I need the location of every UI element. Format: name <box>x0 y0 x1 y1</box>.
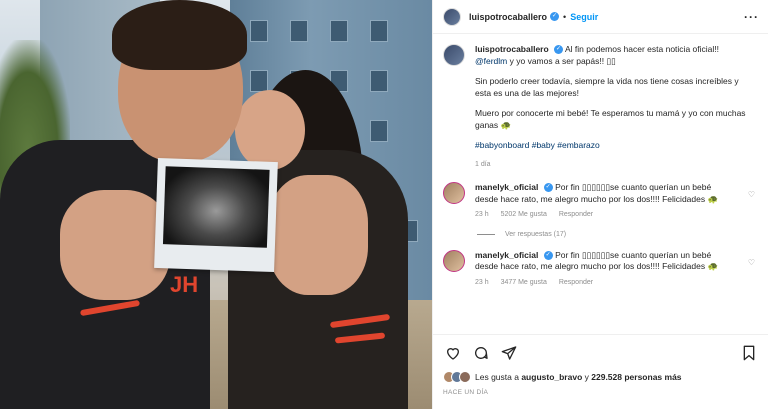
separator-dot: • <box>563 11 567 22</box>
comments-scroll[interactable]: luispotrocaballero ✓ Al fin podemos hace… <box>433 34 768 334</box>
reply-button[interactable]: Responder <box>559 211 593 218</box>
bookmark-icon[interactable] <box>739 343 759 363</box>
comment: manelyk_oficial ✓ Por fin ▯▯▯▯▯▯se cuant… <box>443 249 755 289</box>
likes-summary: Les gusta a augusto_bravo y 229.528 pers… <box>443 371 682 383</box>
likes-user[interactable]: augusto_bravo <box>521 372 582 382</box>
caption-age: 1 día <box>475 160 491 168</box>
reply-button[interactable]: Responder <box>559 279 593 286</box>
share-icon[interactable] <box>499 343 519 363</box>
ultrasound-photo <box>154 157 278 273</box>
comment-time: 23 h <box>475 278 489 286</box>
post-header: luispotrocaballero ✓ • Seguir ··· <box>433 0 768 34</box>
caption-paragraph: Sin poderlo creer todavía, siempre la vi… <box>475 76 739 98</box>
caption-username[interactable]: luispotrocaballero <box>475 44 549 54</box>
man-hand <box>60 190 170 300</box>
view-replies[interactable]: Ver respuestas (17) <box>477 231 755 238</box>
shirt-print: JH <box>170 272 199 297</box>
caption-line: y yo vamos a ser papás!! ▯▯ <box>509 55 616 66</box>
avatar <box>459 371 471 383</box>
man-hair <box>112 0 247 70</box>
verified-badge-icon: ✓ <box>543 250 553 260</box>
avatar[interactable] <box>443 44 465 66</box>
comment: manelyk_oficial ✓ Por fin ▯▯▯▯▯▯se cuant… <box>443 182 755 221</box>
likes-middle: y <box>584 372 589 382</box>
username-link[interactable]: luispotrocaballero <box>469 12 547 22</box>
post-photo[interactable]: JH <box>0 0 432 409</box>
like-heart-icon[interactable] <box>443 343 463 363</box>
heart-icon[interactable]: ♡ <box>748 190 755 199</box>
verified-badge-icon: ✓ <box>543 183 553 193</box>
avatar[interactable] <box>443 7 461 26</box>
post-timestamp: HACE UN DÍA <box>443 389 489 396</box>
likes-count[interactable]: 229.528 personas más <box>591 372 681 382</box>
woman-hand <box>268 175 368 295</box>
caption-line: Al fin podemos hacer esta noticia oficia… <box>564 44 719 54</box>
woman-face <box>235 90 305 170</box>
post-sidebar: luispotrocaballero ✓ • Seguir ··· luispo… <box>432 0 768 409</box>
comment-username[interactable]: manelyk_oficial <box>475 182 538 192</box>
verified-badge-icon: ✓ <box>550 12 560 21</box>
comment-username[interactable]: manelyk_oficial <box>475 250 538 260</box>
mention-link[interactable]: @ferdlm <box>475 56 507 66</box>
verified-badge-icon: ✓ <box>554 45 564 55</box>
comment-icon[interactable] <box>471 343 491 363</box>
likes-prefix: Les gusta a <box>475 372 519 382</box>
avatar[interactable] <box>443 249 465 272</box>
avatar[interactable] <box>443 182 465 204</box>
view-replies-label[interactable]: Ver respuestas (17) <box>505 231 566 238</box>
comment-likes[interactable]: 3477 Me gusta <box>501 279 547 286</box>
caption-paragraph: Muero por conocerte mi bebé! Te esperamo… <box>475 108 746 130</box>
caption: luispotrocaballero ✓ Al fin podemos hace… <box>443 44 755 170</box>
hashtags[interactable]: #babyonboard #baby #embarazo <box>475 140 750 152</box>
comment-time: 23 h <box>475 211 489 218</box>
heart-icon[interactable]: ♡ <box>748 258 755 267</box>
follow-button[interactable]: Seguir <box>570 12 598 22</box>
more-options-icon[interactable]: ··· <box>744 10 759 24</box>
action-bar <box>433 334 768 370</box>
comment-likes[interactable]: 5202 Me gusta <box>501 211 547 218</box>
